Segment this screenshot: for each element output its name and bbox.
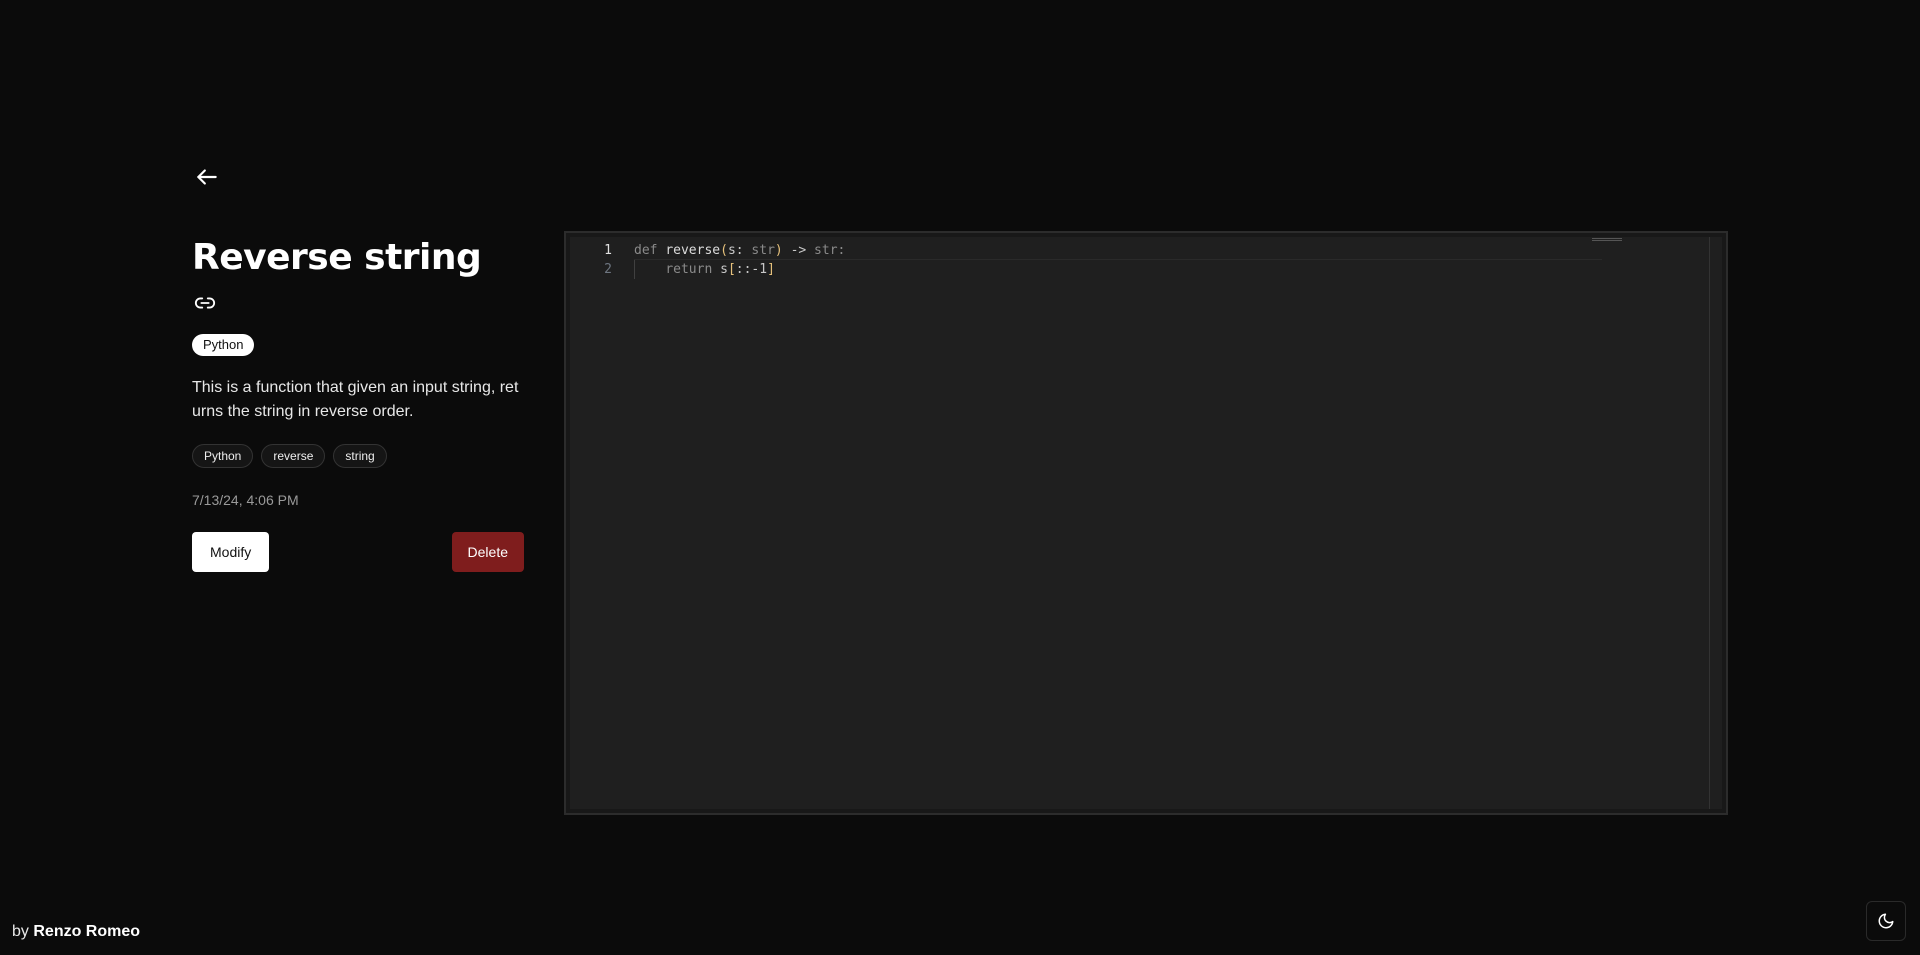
theme-toggle-button[interactable] xyxy=(1866,901,1906,941)
code-line: def reverse(s: str) -> str: xyxy=(634,241,1602,260)
variable: s xyxy=(720,262,728,277)
code-line: return s[::-1] xyxy=(634,260,1602,279)
modify-button[interactable]: Modify xyxy=(192,532,270,572)
back-button[interactable] xyxy=(190,160,224,194)
snippet-details: Reverse string Python This is a function… xyxy=(192,232,524,572)
snippet-date: 7/13/24, 4:06 PM xyxy=(192,492,299,508)
author-name: Renzo Romeo xyxy=(33,923,141,940)
line-number-gutter: 1 2 xyxy=(570,241,620,279)
operator: -> xyxy=(790,243,807,258)
indent-guide xyxy=(634,260,635,279)
bracket: ( xyxy=(720,243,728,258)
vertical-scrollbar[interactable] xyxy=(1709,237,1710,809)
delete-button[interactable]: Delete xyxy=(451,532,524,572)
type-name: str: xyxy=(814,243,846,258)
tag-list: Python reverse string xyxy=(192,444,524,468)
line-number: 2 xyxy=(604,262,612,277)
type-name: str xyxy=(751,243,775,258)
tag-string[interactable]: string xyxy=(333,444,387,468)
bracket: [ xyxy=(727,262,736,277)
code-editor-frame: 1 2 def reverse(s: str) -> str: return s… xyxy=(564,231,1728,815)
code-editor[interactable]: 1 2 def reverse(s: str) -> str: return s… xyxy=(570,237,1722,809)
keyword: return xyxy=(665,262,713,277)
footer-prefix: by xyxy=(12,923,29,940)
action-buttons: Modify Delete xyxy=(192,532,524,572)
arrow-left-icon xyxy=(197,169,217,185)
bracket: ) xyxy=(774,243,783,258)
parameter: s: xyxy=(727,243,744,258)
keyword: def xyxy=(634,243,658,258)
footer-credit: by Renzo Romeo xyxy=(12,923,140,941)
code-area[interactable]: def reverse(s: str) -> str: return s[::-… xyxy=(634,241,1602,279)
slice: ::-1 xyxy=(735,262,768,277)
tag-python[interactable]: Python xyxy=(192,444,254,468)
language-badge: Python xyxy=(192,334,255,356)
function-name: reverse xyxy=(665,243,721,258)
snippet-description: This is a function that given an input s… xyxy=(192,379,519,420)
line-number: 1 xyxy=(604,243,612,258)
link-icon[interactable] xyxy=(192,292,218,314)
bracket: ] xyxy=(767,262,775,277)
tag-reverse[interactable]: reverse xyxy=(261,444,326,468)
moon-icon xyxy=(1878,913,1894,929)
page-title: Reverse string xyxy=(192,237,482,278)
minimap[interactable] xyxy=(1592,237,1622,241)
